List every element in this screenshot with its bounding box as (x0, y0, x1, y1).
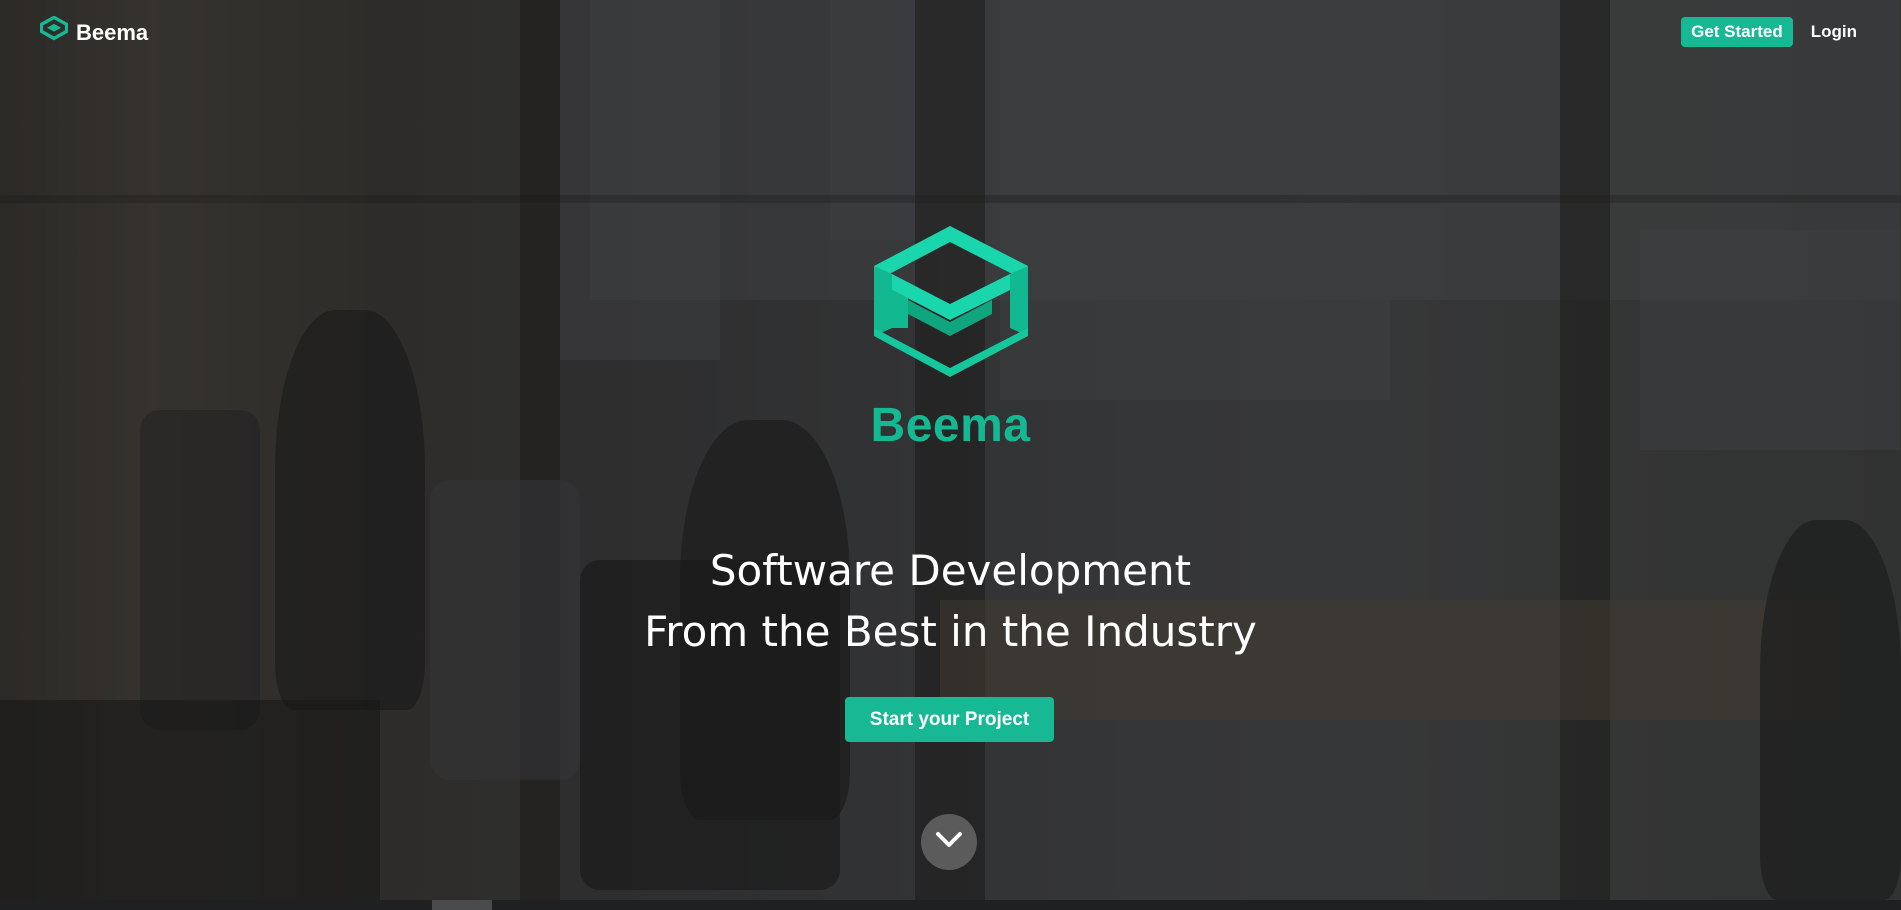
beema-logo-icon (39, 15, 69, 49)
headline-line-1: Software Development (709, 546, 1192, 595)
scroll-down-button[interactable] (921, 814, 977, 870)
scrollbar-thumb[interactable] (432, 900, 492, 910)
nav-actions: Get Started Login (1681, 17, 1857, 47)
headline-line-2: From the Best in the Industry (644, 607, 1257, 656)
nav-brand-name: Beema (76, 19, 149, 45)
start-project-button[interactable]: Start your Project (845, 697, 1054, 742)
login-link[interactable]: Login (1811, 22, 1857, 42)
hero-section: Beema Get Started Login Beema Software D… (0, 0, 1901, 900)
hero-brand-name: Beema (870, 399, 1031, 452)
get-started-button[interactable]: Get Started (1681, 17, 1793, 47)
hero-headline: Software Development From the Best in th… (0, 540, 1901, 662)
chevron-down-icon (935, 831, 963, 854)
nav-brand[interactable]: Beema (39, 15, 149, 49)
horizontal-scrollbar[interactable] (0, 900, 1901, 910)
beema-logo-icon (868, 224, 1033, 384)
